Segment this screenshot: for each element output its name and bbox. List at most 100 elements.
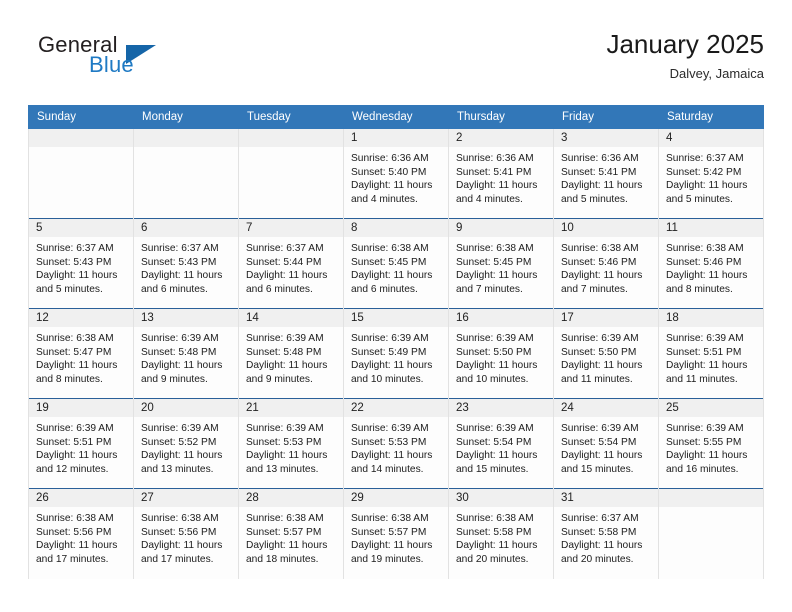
calendar-day-cell[interactable]: 24 Sunrise: 6:39 AM Sunset: 5:54 PM Dayligh…: [553, 398, 659, 489]
calendar-day-cell[interactable]: 13 Sunrise: 6:39 AM Sunset: 5:48 PM Dayligh…: [133, 308, 239, 399]
sunset-text: Sunset: 5:41 PM: [456, 166, 532, 178]
sunset-text: Sunset: 5:40 PM: [351, 166, 427, 178]
sunset-text: Sunset: 5:58 PM: [561, 526, 637, 538]
sunset-text: Sunset: 5:41 PM: [561, 166, 637, 178]
sunset-text: Sunset: 5:56 PM: [36, 526, 112, 538]
calendar-day-cell[interactable]: 17 Sunrise: 6:39 AM Sunset: 5:50 PM Dayligh…: [553, 308, 659, 399]
calendar-day-cell[interactable]: 11 Sunrise: 6:38 AM Sunset: 5:46 PM Dayligh…: [658, 218, 764, 309]
day-number: 8: [344, 219, 448, 237]
sunset-text: Sunset: 5:45 PM: [351, 256, 427, 268]
calendar-day-cell[interactable]: 28 Sunrise: 6:38 AM Sunset: 5:57 PM Dayligh…: [238, 488, 344, 579]
day-details: Sunrise: 6:37 AM Sunset: 5:42 PM Daylight:…: [659, 147, 763, 206]
calendar-day-cell[interactable]: 3 Sunrise: 6:36 AM Sunset: 5:41 PM Daylight…: [553, 128, 659, 219]
day-number: 15: [344, 309, 448, 327]
page-header: General Blue January 2025 Dalvey, Jamaic…: [28, 28, 764, 98]
sunset-text: Sunset: 5:53 PM: [351, 436, 427, 448]
calendar-body: 1 Sunrise: 6:36 AM Sunset: 5:40 PM Daylight…: [28, 128, 764, 579]
day-details: Sunrise: 6:36 AM Sunset: 5:40 PM Daylight:…: [344, 147, 448, 206]
calendar-day-cell[interactable]: 25 Sunrise: 6:39 AM Sunset: 5:55 PM Dayligh…: [658, 398, 764, 489]
calendar-day-cell[interactable]: 12 Sunrise: 6:38 AM Sunset: 5:47 PM Dayligh…: [28, 308, 134, 399]
day-details: Sunrise: 6:39 AM Sunset: 5:51 PM Daylight:…: [659, 327, 763, 386]
sunrise-text: Sunrise: 6:38 AM: [351, 513, 429, 524]
daylight-text: Daylight: 11 hours and 19 minutes.: [351, 540, 433, 565]
calendar-day-cell[interactable]: 22 Sunrise: 6:39 AM Sunset: 5:53 PM Dayligh…: [343, 398, 449, 489]
daylight-text: Daylight: 11 hours and 7 minutes.: [561, 270, 643, 295]
sunset-text: Sunset: 5:46 PM: [561, 256, 637, 268]
general-blue-logo[interactable]: General Blue: [28, 32, 288, 94]
daylight-text: Daylight: 11 hours and 10 minutes.: [456, 360, 538, 385]
daylight-text: Daylight: 11 hours and 18 minutes.: [246, 540, 328, 565]
sunrise-text: Sunrise: 6:36 AM: [456, 153, 534, 164]
day-number: 19: [29, 399, 133, 417]
weekday-header-monday: Monday: [133, 105, 239, 129]
day-number: 14: [239, 309, 343, 327]
day-number: 27: [134, 489, 238, 507]
title-block: January 2025 Dalvey, Jamaica: [606, 28, 764, 84]
day-number: 6: [134, 219, 238, 237]
sunrise-text: Sunrise: 6:38 AM: [36, 333, 114, 344]
sunset-text: Sunset: 5:51 PM: [666, 346, 742, 358]
sunrise-text: Sunrise: 6:39 AM: [246, 333, 324, 344]
calendar-day-cell[interactable]: 1 Sunrise: 6:36 AM Sunset: 5:40 PM Daylight…: [343, 128, 449, 219]
day-details: Sunrise: 6:37 AM Sunset: 5:58 PM Daylight:…: [554, 507, 658, 566]
calendar-day-cell[interactable]: 15 Sunrise: 6:39 AM Sunset: 5:49 PM Dayligh…: [343, 308, 449, 399]
day-number: 3: [554, 129, 658, 147]
calendar-day-cell[interactable]: 2 Sunrise: 6:36 AM Sunset: 5:41 PM Daylight…: [448, 128, 554, 219]
day-details: Sunrise: 6:37 AM Sunset: 5:44 PM Daylight:…: [239, 237, 343, 296]
sunset-text: Sunset: 5:55 PM: [666, 436, 742, 448]
day-details: Sunrise: 6:37 AM Sunset: 5:43 PM Daylight:…: [134, 237, 238, 296]
sunrise-text: Sunrise: 6:38 AM: [666, 243, 744, 254]
calendar-day-cell-empty: [658, 488, 764, 579]
day-number: 24: [554, 399, 658, 417]
day-details: Sunrise: 6:38 AM Sunset: 5:56 PM Daylight:…: [134, 507, 238, 566]
calendar-day-cell[interactable]: 14 Sunrise: 6:39 AM Sunset: 5:48 PM Dayligh…: [238, 308, 344, 399]
calendar-day-cell[interactable]: 16 Sunrise: 6:39 AM Sunset: 5:50 PM Dayligh…: [448, 308, 554, 399]
calendar-day-cell[interactable]: 29 Sunrise: 6:38 AM Sunset: 5:57 PM Dayligh…: [343, 488, 449, 579]
daylight-text: Daylight: 11 hours and 9 minutes.: [246, 360, 328, 385]
calendar-day-cell[interactable]: 6 Sunrise: 6:37 AM Sunset: 5:43 PM Daylight…: [133, 218, 239, 309]
day-details: Sunrise: 6:39 AM Sunset: 5:52 PM Daylight:…: [134, 417, 238, 476]
sunrise-text: Sunrise: 6:39 AM: [561, 423, 639, 434]
day-details: Sunrise: 6:39 AM Sunset: 5:53 PM Daylight:…: [344, 417, 448, 476]
calendar-day-cell-empty: [133, 128, 239, 219]
sunrise-text: Sunrise: 6:39 AM: [456, 333, 534, 344]
daylight-text: Daylight: 11 hours and 6 minutes.: [246, 270, 328, 295]
day-details: Sunrise: 6:38 AM Sunset: 5:45 PM Daylight:…: [449, 237, 553, 296]
calendar-day-cell[interactable]: 9 Sunrise: 6:38 AM Sunset: 5:45 PM Daylight…: [448, 218, 554, 309]
calendar-day-cell[interactable]: 7 Sunrise: 6:37 AM Sunset: 5:44 PM Daylight…: [238, 218, 344, 309]
calendar-day-cell[interactable]: 31 Sunrise: 6:37 AM Sunset: 5:58 PM Dayligh…: [553, 488, 659, 579]
calendar-day-cell[interactable]: 20 Sunrise: 6:39 AM Sunset: 5:52 PM Dayligh…: [133, 398, 239, 489]
day-details: Sunrise: 6:39 AM Sunset: 5:54 PM Daylight:…: [554, 417, 658, 476]
sunset-text: Sunset: 5:57 PM: [246, 526, 322, 538]
sunrise-text: Sunrise: 6:39 AM: [36, 423, 114, 434]
calendar-day-cell[interactable]: 10 Sunrise: 6:38 AM Sunset: 5:46 PM Dayligh…: [553, 218, 659, 309]
day-number: 16: [449, 309, 553, 327]
weekday-header-thursday: Thursday: [448, 105, 554, 129]
day-number: 1: [344, 129, 448, 147]
calendar-day-cell[interactable]: 19 Sunrise: 6:39 AM Sunset: 5:51 PM Dayligh…: [28, 398, 134, 489]
sunset-text: Sunset: 5:50 PM: [456, 346, 532, 358]
calendar-day-cell[interactable]: 30 Sunrise: 6:38 AM Sunset: 5:58 PM Dayligh…: [448, 488, 554, 579]
calendar-day-cell[interactable]: 26 Sunrise: 6:38 AM Sunset: 5:56 PM Dayligh…: [28, 488, 134, 579]
calendar-day-cell[interactable]: 27 Sunrise: 6:38 AM Sunset: 5:56 PM Dayligh…: [133, 488, 239, 579]
day-number: [29, 129, 133, 147]
calendar-day-cell[interactable]: 8 Sunrise: 6:38 AM Sunset: 5:45 PM Daylight…: [343, 218, 449, 309]
sunrise-text: Sunrise: 6:36 AM: [561, 153, 639, 164]
calendar-day-cell[interactable]: 18 Sunrise: 6:39 AM Sunset: 5:51 PM Dayligh…: [658, 308, 764, 399]
daylight-text: Daylight: 11 hours and 17 minutes.: [141, 540, 223, 565]
sunrise-text: Sunrise: 6:39 AM: [351, 423, 429, 434]
calendar-day-cell-empty: [28, 128, 134, 219]
day-details: Sunrise: 6:38 AM Sunset: 5:46 PM Daylight:…: [554, 237, 658, 296]
day-details: Sunrise: 6:39 AM Sunset: 5:53 PM Daylight:…: [239, 417, 343, 476]
calendar-day-cell[interactable]: 4 Sunrise: 6:37 AM Sunset: 5:42 PM Daylight…: [658, 128, 764, 219]
calendar-day-cell-empty: [238, 128, 344, 219]
day-number: 10: [554, 219, 658, 237]
weekday-header-tuesday: Tuesday: [238, 105, 344, 129]
calendar-day-cell[interactable]: 5 Sunrise: 6:37 AM Sunset: 5:43 PM Daylight…: [28, 218, 134, 309]
day-details: Sunrise: 6:36 AM Sunset: 5:41 PM Daylight:…: [554, 147, 658, 206]
day-number: 13: [134, 309, 238, 327]
daylight-text: Daylight: 11 hours and 11 minutes.: [666, 360, 748, 385]
weekday-header-wednesday: Wednesday: [343, 105, 449, 129]
calendar-day-cell[interactable]: 23 Sunrise: 6:39 AM Sunset: 5:54 PM Dayligh…: [448, 398, 554, 489]
calendar-day-cell[interactable]: 21 Sunrise: 6:39 AM Sunset: 5:53 PM Dayligh…: [238, 398, 344, 489]
